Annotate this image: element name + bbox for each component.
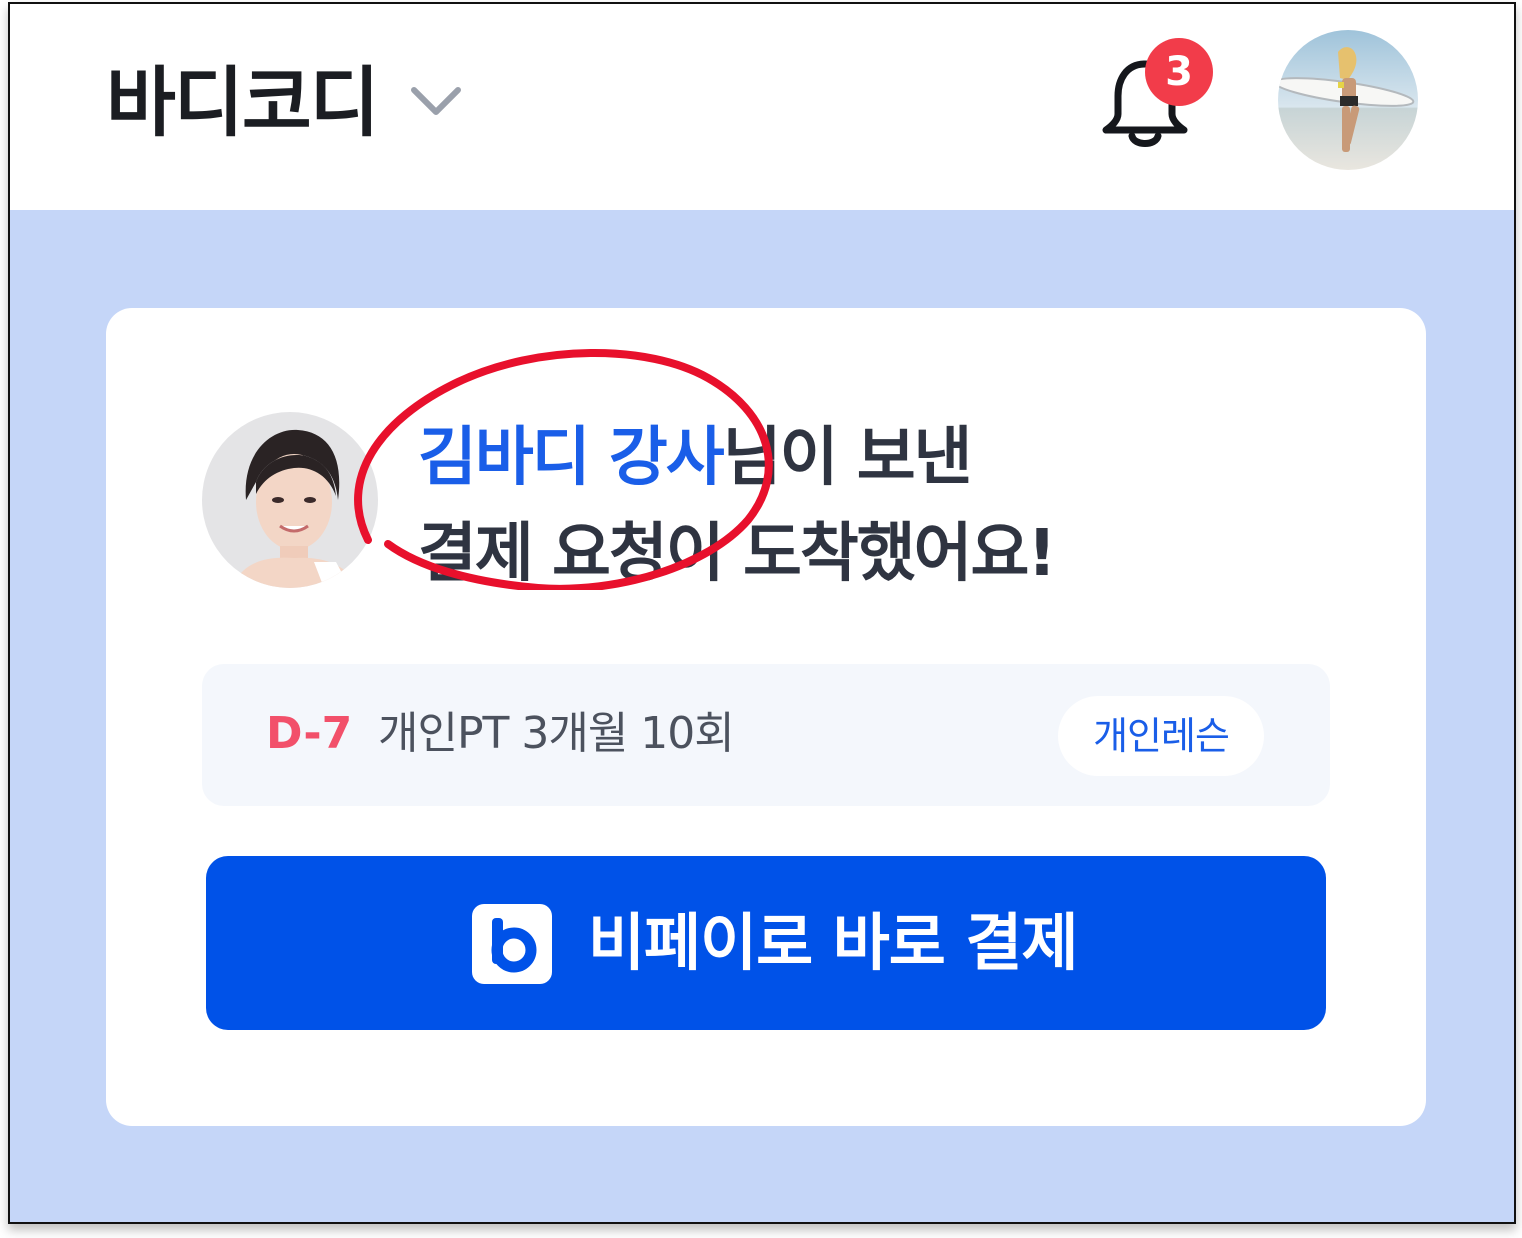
bpay-logo-icon (472, 904, 552, 984)
app-screen: 바디코디 3 김바디 강사님이 보낸 결제 요청이 도착했어요! D-7 개인P… (8, 2, 1516, 1224)
headline-line-1: 김바디 강사님이 보낸 (418, 410, 1055, 506)
brand-name: 바디코디 (106, 58, 380, 147)
coach-name[interactable]: 김바디 강사 (418, 421, 725, 495)
payment-request-headline: 김바디 강사님이 보낸 결제 요청이 도착했어요! (418, 410, 1057, 602)
headline-line-1-rest: 님이 보낸 (722, 421, 973, 495)
chevron-down-icon[interactable] (408, 84, 464, 118)
payment-request-card: 김바디 강사님이 보낸 결제 요청이 도착했어요! D-7 개인PT 3개월 1… (106, 308, 1426, 1126)
dday-label: D-7 (266, 708, 353, 759)
top-header: 바디코디 3 (10, 4, 1514, 210)
plan-info-box: D-7 개인PT 3개월 10회 개인레슨 (202, 664, 1330, 806)
coach-avatar (202, 412, 378, 588)
brand-selector[interactable]: 바디코디 (106, 58, 380, 148)
lesson-type-tag: 개인레슨 (1058, 696, 1264, 776)
user-avatar[interactable] (1278, 30, 1418, 170)
headline-line-2: 결제 요청이 도착했어요! (418, 517, 1057, 591)
notification-badge: 3 (1145, 38, 1213, 106)
pay-button-label: 비페이로 바로 결제 (588, 906, 1078, 979)
plan-name: 개인PT 3개월 10회 (378, 708, 735, 759)
bpay-pay-now-button[interactable]: 비페이로 바로 결제 (206, 856, 1326, 1030)
